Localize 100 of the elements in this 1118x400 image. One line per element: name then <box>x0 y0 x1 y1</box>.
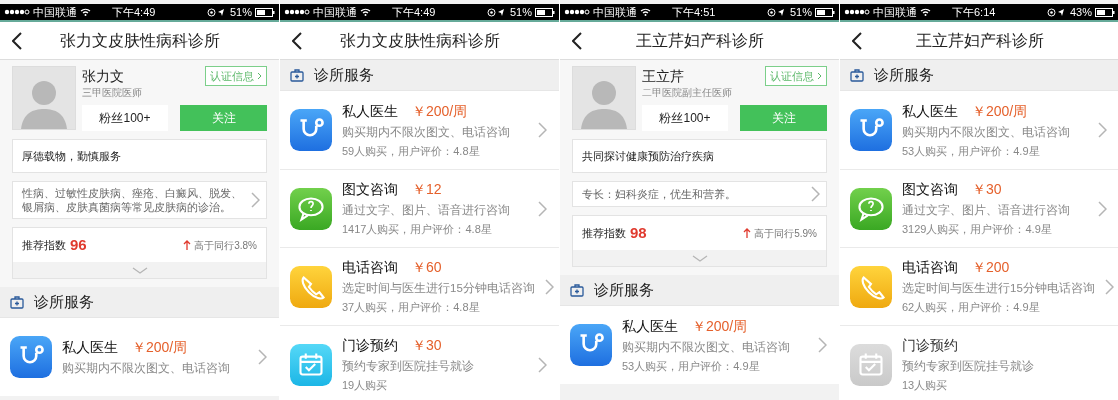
service-item[interactable]: 私人医生 ￥200/周 购买期内不限次图文、电话咨询 59人购买，用户评价：4.8星 <box>280 91 559 169</box>
chevron-right-icon <box>818 337 827 353</box>
chevron-right-icon <box>1098 122 1107 138</box>
service-description: 选定时间与医生进行15分钟电话咨询 <box>902 281 1095 297</box>
status-time: 下午4:49 <box>112 4 156 20</box>
signal-icon <box>4 9 30 15</box>
calendar-check-icon <box>290 343 332 386</box>
chevron-right-icon <box>544 278 554 295</box>
service-description: 购买期内不限次图文、电话咨询 <box>902 124 1071 140</box>
battery-icon <box>1095 7 1115 17</box>
chevron-icon <box>817 72 822 80</box>
section-title: 诊所服务 <box>314 64 374 85</box>
service-item[interactable]: 图文咨询 ￥12 通过文字、图片、语音进行咨询 1417人购买，用户评价：4.8星 <box>280 169 559 247</box>
service-item[interactable]: 电话咨询 ￥60 选定时间与医生进行15分钟电话咨询 37人购买，用户评价：4.8星 <box>280 247 559 325</box>
service-price: ￥200/周 <box>412 101 468 121</box>
specialty-row[interactable]: 性病、过敏性皮肤病、痤疮、白癜风、脱发、银屑病、皮肤真菌病等常见皮肤病的诊治。 <box>12 181 267 219</box>
battery-icon <box>255 7 275 17</box>
service-name: 私人医生 <box>62 337 118 357</box>
chevron-icon <box>257 72 262 80</box>
battery-percent: 51% <box>229 4 252 20</box>
up-arrow-icon <box>183 240 192 250</box>
service-item[interactable]: 图文咨询 ￥30 通过文字、图片、语音进行咨询 3129人购买，用户评价：4.9星 <box>840 169 1118 247</box>
chevron-right-icon <box>538 356 547 373</box>
peer-comparison: 高于同行3.8% <box>194 238 257 253</box>
service-description: 购买期内不限次图文、电话咨询 <box>62 360 231 376</box>
question-bubble-icon <box>290 187 332 230</box>
chevron-right-icon <box>1104 278 1114 295</box>
chevron-right-icon <box>258 349 267 365</box>
doctor-name: 张力文 <box>82 67 124 86</box>
status-time: 下午6:14 <box>952 4 996 20</box>
service-item[interactable]: 私人医生 ￥200/周 购买期内不限次图文、电话咨询 <box>0 318 279 396</box>
fans-count: 粉丝100+ <box>82 105 168 131</box>
rating-label: 推荐指数 <box>22 237 66 253</box>
phone-icon <box>850 265 892 308</box>
carrier-name: 中国联通 <box>593 4 637 20</box>
fans-count: 粉丝100+ <box>642 105 728 131</box>
battery-icon <box>535 7 555 17</box>
carrier-name: 中国联通 <box>313 4 357 20</box>
wifi-icon <box>920 8 931 16</box>
signal-icon <box>284 9 310 15</box>
service-price: ￥200/周 <box>692 316 748 336</box>
wifi-icon <box>360 8 371 16</box>
page-title: 张力文皮肤性病科诊所 <box>338 30 501 51</box>
service-stats: 37人购买，用户评价：4.8星 <box>342 300 481 316</box>
carrier-name: 中国联通 <box>33 4 77 20</box>
back-icon <box>292 31 302 50</box>
service-price: ￥12 <box>412 180 442 200</box>
status-time: 下午4:49 <box>392 4 436 20</box>
service-price: ￥200/周 <box>132 337 188 357</box>
service-price: ￥200 <box>972 258 1010 278</box>
medical-kit-icon <box>570 283 584 297</box>
service-stats: 13人购买 <box>902 378 949 394</box>
doctor-motto: 厚德载物，勤慎服务 <box>12 139 267 173</box>
service-name: 电话咨询 <box>902 258 958 278</box>
specialty-text: 性病、过敏性皮肤病、痤疮、白癜风、脱发、银屑病、皮肤真菌病等常见皮肤病的诊治。 <box>22 186 243 215</box>
service-name: 私人医生 <box>902 101 958 121</box>
service-description: 选定时间与医生进行15分钟电话咨询 <box>342 281 535 297</box>
service-price: ￥60 <box>412 258 442 278</box>
service-price: ￥200/周 <box>972 101 1028 121</box>
service-description: 购买期内不限次图文、电话咨询 <box>342 124 511 140</box>
service-stats: 19人购买 <box>342 378 389 394</box>
section-title: 诊所服务 <box>34 291 94 312</box>
rating-label: 推荐指数 <box>582 225 626 241</box>
service-stats: 62人购买，用户评价：4.9星 <box>902 300 1041 316</box>
service-stats: 53人购买，用户评价：4.9星 <box>622 358 761 374</box>
peer-comparison: 高于同行5.9% <box>754 226 817 241</box>
chevron-down-icon <box>691 254 708 262</box>
service-item[interactable]: 私人医生 ￥200/周 购买期内不限次图文、电话咨询 53人购买，用户评价：4.9星 <box>560 306 839 384</box>
medical-kit-icon <box>10 295 24 309</box>
service-description: 预约专家到医院挂号就诊 <box>342 359 475 375</box>
page-title: 王立芹妇产科诊所 <box>914 30 1045 51</box>
service-name: 图文咨询 <box>342 180 398 200</box>
wifi-icon <box>80 8 91 16</box>
service-stats: 3129人购买，用户评价：4.9星 <box>902 222 1053 238</box>
section-title: 诊所服务 <box>594 279 654 300</box>
medical-kit-icon <box>290 68 304 82</box>
lock-location-icon <box>1046 7 1067 17</box>
rating-score: 98 <box>630 222 647 243</box>
battery-percent: 51% <box>509 4 532 20</box>
doctor-motto: 共同探讨健康预防治疗疾病 <box>572 139 827 173</box>
chevron-right-icon <box>1098 200 1107 217</box>
wifi-icon <box>640 8 651 16</box>
service-item[interactable]: 电话咨询 ￥200 选定时间与医生进行15分钟电话咨询 62人购买，用户评价：4.9星 <box>840 247 1118 325</box>
service-item[interactable]: 私人医生 ￥200/周 购买期内不限次图文、电话咨询 53人购买，用户评价：4.9星 <box>840 91 1118 169</box>
service-item[interactable]: 门诊预约 ￥30 预约专家到医院挂号就诊 19人购买 <box>280 325 559 400</box>
back-icon <box>852 31 862 50</box>
service-description: 预约专家到医院挂号就诊 <box>902 359 1035 375</box>
chevron-right-icon <box>251 192 260 208</box>
service-price: ￥30 <box>412 336 442 356</box>
service-stats: 59人购买，用户评价：4.8星 <box>342 143 481 159</box>
page-title: 王立芹妇产科诊所 <box>634 30 765 51</box>
medical-kit-icon <box>850 68 864 82</box>
service-name: 图文咨询 <box>902 180 958 200</box>
service-name: 私人医生 <box>622 316 678 336</box>
chevron-right-icon <box>538 200 547 217</box>
battery-percent: 51% <box>789 4 812 20</box>
battery-icon <box>815 7 835 17</box>
service-name: 电话咨询 <box>342 258 398 278</box>
specialty-row[interactable]: 专长：妇科炎症，优生和营养。 <box>572 181 827 207</box>
lock-location-icon <box>486 7 507 17</box>
